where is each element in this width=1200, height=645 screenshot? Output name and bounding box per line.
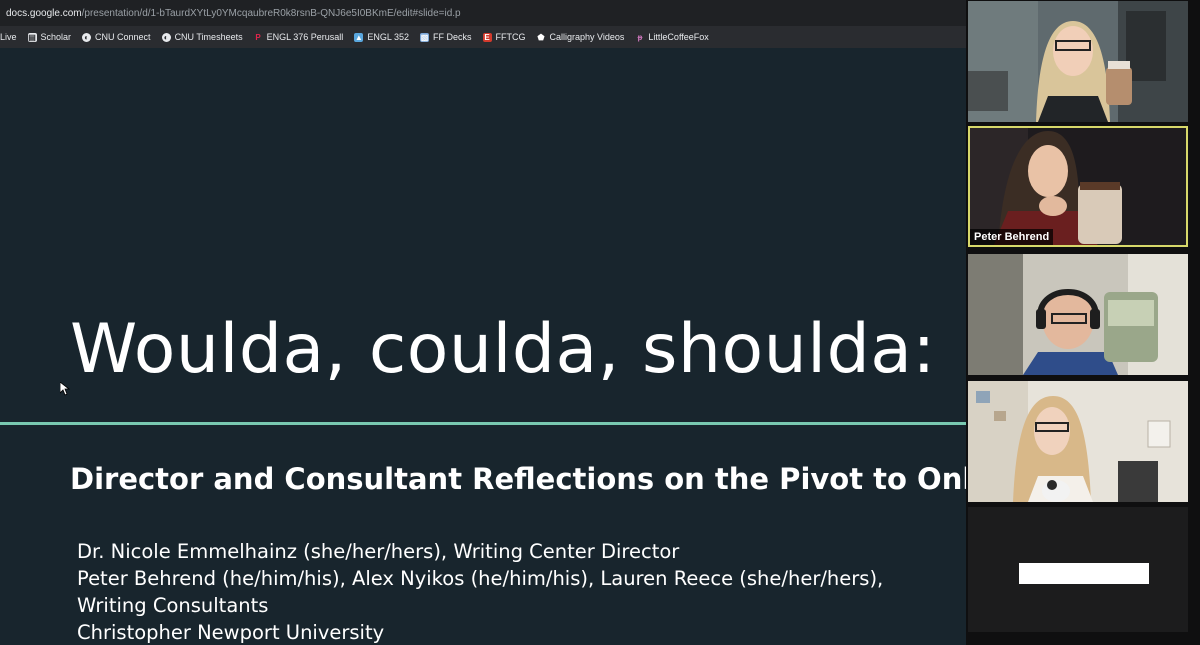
fox-icon: ᵽ <box>637 32 643 42</box>
participant-video <box>968 381 1188 502</box>
participant-video-tile[interactable] <box>968 507 1188 632</box>
pentagon-icon: ⬟ <box>537 32 545 42</box>
participant-video-tile[interactable]: Peter Behrend <box>968 126 1188 247</box>
bookmark-ff-decks[interactable]: ▧ FF Decks <box>420 32 472 42</box>
image-icon: ▲ <box>354 32 364 42</box>
bookmark-cnu-timesheets[interactable]: ◐ CNU Timesheets <box>161 32 243 42</box>
deck-icon: ▧ <box>420 32 430 42</box>
bookmark-engl-376-perusall[interactable]: P ENGL 376 Perusall <box>254 32 344 42</box>
bookmark-label: ENGL 352 <box>367 32 410 42</box>
bookmark-engl-352[interactable]: ▲ ENGL 352 <box>354 32 409 42</box>
slide-authors: Dr. Nicole Emmelhainz (she/her/hers), Wr… <box>77 538 883 645</box>
bookmark-label: ENGL 376 Perusall <box>266 32 344 42</box>
slide-divider <box>0 422 966 425</box>
globe-icon: ◐ <box>161 32 171 42</box>
author-line: Writing Consultants <box>77 594 269 617</box>
bookmark-label: FF Decks <box>433 32 472 42</box>
bookmark-label: CNU Connect <box>95 32 151 42</box>
author-line: Christopher Newport University <box>77 621 385 644</box>
participant-name: Peter Behrend <box>970 229 1054 245</box>
author-line: Peter Behrend (he/him/his), Alex Nyikos … <box>77 567 884 590</box>
bookmark-label: Calligraphy Videos <box>549 32 625 42</box>
fftcg-icon: E <box>482 32 492 42</box>
author-line: Dr. Nicole Emmelhainz (she/her/hers), Wr… <box>77 540 680 563</box>
perusall-icon: P <box>255 32 261 42</box>
bookmark-label: CNU Timesheets <box>174 32 243 42</box>
participant-video <box>968 1 1188 122</box>
bookmark-scholar[interactable]: ▤ Scholar <box>27 32 72 42</box>
bookmark-cnu-connect[interactable]: ◐ CNU Connect <box>82 32 151 42</box>
bookmark-label: FFTCG <box>495 32 526 42</box>
url-text[interactable]: docs.google.com/presentation/d/1-bTaurdX… <box>0 8 461 19</box>
bookmark-label: LittleCoffeeFox <box>648 32 709 42</box>
participant-name-placeholder <box>1019 563 1149 584</box>
participant-video-tile[interactable] <box>968 1 1188 122</box>
globe-icon: ◐ <box>82 32 92 42</box>
bookmark-calligraphy-videos[interactable]: ⬟ Calligraphy Videos <box>537 32 625 42</box>
slide-title: Woulda, coulda, shoulda: <box>70 310 936 389</box>
video-gallery: Peter Behrend <box>966 0 1200 645</box>
bookmark-fftcg[interactable]: E FFTCG <box>482 32 526 42</box>
bookmark-label: Live <box>0 32 17 42</box>
participant-video <box>968 254 1188 375</box>
bookmark-littlecoffeefox[interactable]: ᵽ LittleCoffeeFox <box>635 32 708 42</box>
scholar-icon: ▤ <box>27 32 37 42</box>
participant-video-tile[interactable] <box>968 254 1188 375</box>
bookmark-live[interactable]: Live <box>0 32 17 42</box>
participant-video-tile[interactable] <box>968 381 1188 502</box>
bookmark-label: Scholar <box>40 32 72 42</box>
